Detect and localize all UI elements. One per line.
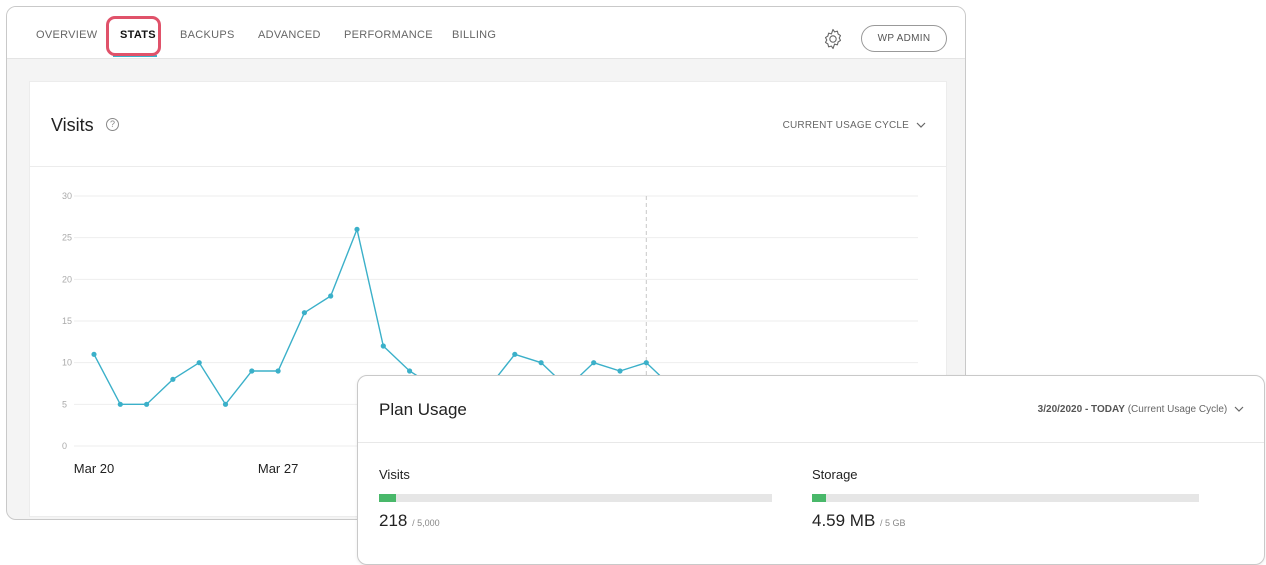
data-point (617, 368, 623, 374)
data-point (91, 351, 97, 357)
y-tick-label: 10 (62, 358, 72, 368)
data-point (538, 360, 544, 366)
plan-range-dates: 3/20/2020 - TODAY (1037, 404, 1125, 415)
storage-limit: / 5 GB (880, 518, 906, 528)
plan-usage-header: Plan Usage 3/20/2020 - TODAY (Current Us… (358, 376, 1264, 443)
plan-range-dropdown[interactable]: 3/20/2020 - TODAY (Current Usage Cycle) (1038, 404, 1244, 415)
data-point (407, 368, 413, 374)
storage-usage-fill (812, 494, 826, 502)
plan-usage-title: Plan Usage (379, 400, 467, 419)
gear-icon[interactable] (821, 27, 845, 51)
storage-usage-label: Storage (812, 467, 858, 482)
data-point (591, 360, 597, 366)
data-point (144, 401, 150, 407)
visits-used: 218 (379, 511, 408, 530)
y-tick-label: 25 (62, 233, 72, 243)
data-point (354, 226, 360, 232)
tab-overview[interactable]: OVERVIEW (36, 29, 98, 41)
chevron-down-icon (1234, 406, 1244, 412)
data-point (512, 351, 518, 357)
y-tick-label: 5 (62, 399, 67, 409)
visits-usage-label: Visits (379, 467, 410, 482)
visits-limit: / 5,000 (412, 518, 440, 528)
storage-used: 4.59 MB (812, 511, 876, 530)
visits-usage-value: 218 / 5,000 (379, 511, 440, 531)
tab-backups[interactable]: BACKUPS (180, 29, 235, 41)
y-tick-label: 20 (62, 274, 72, 284)
data-point (196, 360, 202, 366)
tab-performance[interactable]: PERFORMANCE (344, 29, 433, 41)
storage-usage-value: 4.59 MB / 5 GB (812, 511, 906, 531)
x-tick-label: Mar 20 (74, 461, 114, 476)
data-point (249, 368, 255, 374)
tab-billing[interactable]: BILLING (452, 29, 496, 41)
tab-advanced[interactable]: ADVANCED (258, 29, 321, 41)
y-tick-label: 0 (62, 441, 67, 451)
top-navigation: OVERVIEW STATS BACKUPS ADVANCED PERFORMA… (7, 7, 965, 59)
data-point (328, 293, 334, 299)
plan-usage-card: Plan Usage 3/20/2020 - TODAY (Current Us… (357, 375, 1265, 565)
stats-tab-highlight (106, 16, 161, 56)
data-point (275, 368, 281, 374)
wp-admin-button[interactable]: WP ADMIN (861, 25, 947, 52)
visits-usage-fill (379, 494, 397, 502)
y-tick-label: 15 (62, 316, 72, 326)
data-point (222, 401, 229, 407)
data-point (380, 343, 386, 349)
data-point (643, 360, 649, 366)
x-tick-label: Mar 27 (258, 461, 298, 476)
data-point (301, 310, 307, 316)
storage-usage-bar (812, 494, 1199, 502)
data-point (170, 376, 176, 382)
data-point (117, 401, 123, 407)
visits-usage-bar (379, 494, 772, 502)
plan-range-suffix: (Current Usage Cycle) (1124, 404, 1228, 415)
y-tick-label: 30 (62, 191, 72, 201)
